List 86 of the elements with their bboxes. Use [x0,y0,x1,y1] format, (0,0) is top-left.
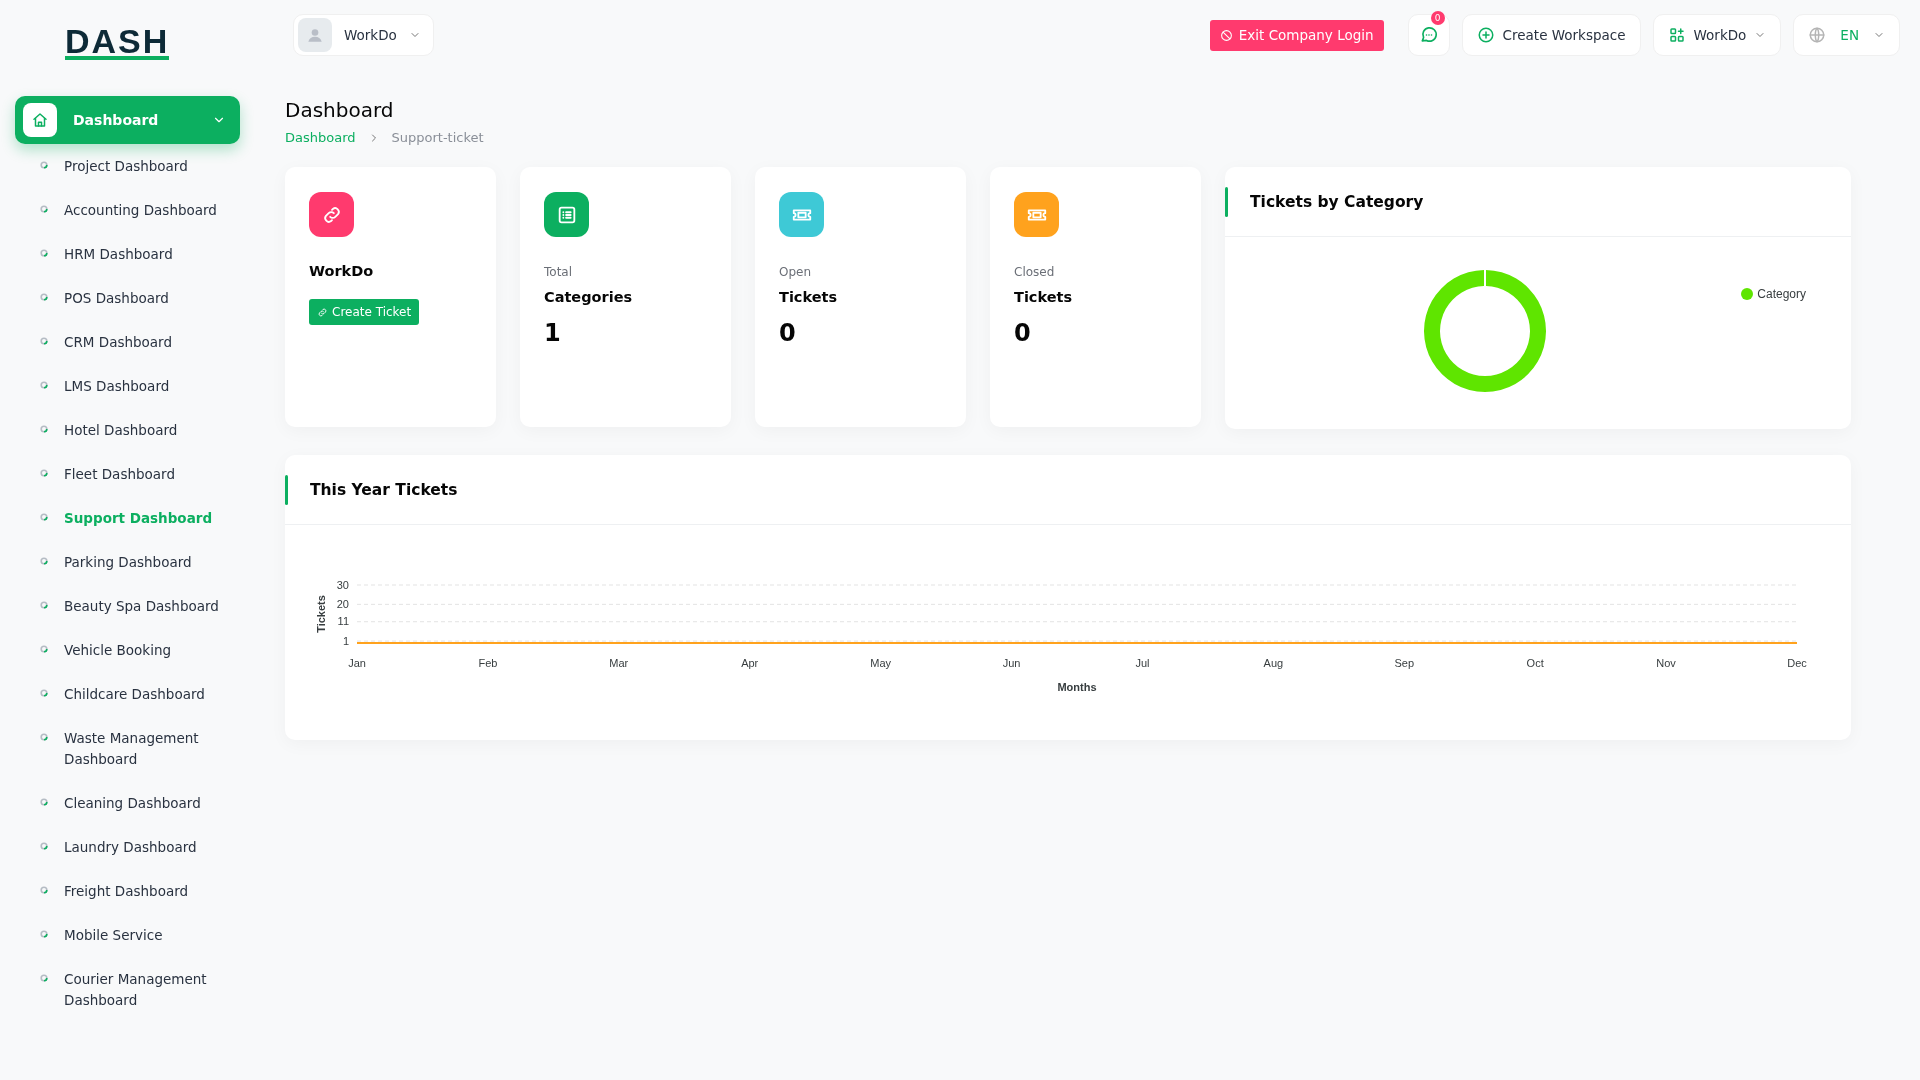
axis-tick-label: 20 [336,597,349,610]
bullet-icon [40,842,48,850]
stat-title: Tickets [1014,289,1073,305]
stat-value: 0 [779,319,796,347]
sidebar-item[interactable]: Accounting Dashboard [64,200,239,221]
axis-tick-label: Mar [609,657,629,669]
stat-title: Tickets [779,289,838,305]
sidebar-item[interactable]: Beauty Spa Dashboard [64,596,239,617]
ticket-icon [1014,192,1059,237]
sidebar-item[interactable]: Laundry Dashboard [64,837,239,858]
sidebar-item[interactable]: Fleet Dashboard [64,464,239,485]
axis-tick-label: Apr [741,657,759,669]
company-name: WorkDo [309,263,374,279]
bullet-icon [40,161,48,169]
stat-caption: Total [544,265,573,279]
link-icon [309,192,354,237]
sidebar-item[interactable]: Childcare Dashboard [64,684,239,705]
legend-label: Category [1757,287,1806,301]
avatar-icon [298,18,332,52]
bullet-icon [40,689,48,697]
logo[interactable]: DASH [65,22,170,60]
axis-tick-label: 1 [342,634,349,647]
axis-title: Months [1057,681,1097,693]
stat-caption: Closed [1014,265,1055,279]
stat-title: Categories [544,289,633,305]
axis-tick-label: Aug [1263,657,1284,669]
workspace-menu[interactable]: WorkDo [1652,14,1782,56]
axis-tick-label: Feb [478,657,498,669]
bullet-icon [40,886,48,894]
ban-icon [1219,28,1233,42]
axis-tick-label: Jun [1002,657,1021,669]
axis-tick-label: Nov [1656,657,1676,669]
breadcrumb-current: Support-ticket [391,130,484,145]
stat-caption: Open [779,265,812,279]
bullet-icon [40,974,48,982]
sidebar-item[interactable]: POS Dashboard [64,288,239,309]
sidebar-item[interactable]: Waste Management Dashboard [64,728,239,770]
sidebar-item[interactable]: Parking Dashboard [64,552,239,573]
create-workspace-button[interactable]: Create Workspace [1461,14,1641,56]
bullet-icon [40,645,48,653]
link-icon [317,306,328,318]
bullet-icon [40,337,48,345]
sidebar-item[interactable]: Cleaning Dashboard [64,793,239,814]
axis-tick-label: May [870,657,892,669]
axis-tick-label: Jan [348,657,366,669]
stat-value: 1 [544,319,561,347]
globe-icon [1808,26,1827,44]
sidebar-item[interactable]: LMS Dashboard [64,376,239,397]
home-icon [23,103,57,137]
sidebar-item[interactable]: Freight Dashboard [64,881,239,902]
bullet-icon [40,513,48,521]
bullet-icon [40,381,48,389]
sidebar-item[interactable]: HRM Dashboard [64,244,239,265]
axis-tick-label: Sep [1394,657,1415,669]
sidebar-item[interactable]: Courier Management Dashboard [64,969,239,1011]
axis-tick-label: Jul [1135,657,1150,669]
bullet-icon [40,557,48,565]
sidebar-item[interactable]: Hotel Dashboard [64,420,239,441]
card-title: Tickets by Category [1250,192,1424,211]
bullet-icon [40,930,48,938]
bullet-icon [40,469,48,477]
axis-tick-label: 30 [336,578,349,591]
bullet-icon [40,205,48,213]
sidebar-item[interactable]: CRM Dashboard [64,332,239,353]
user-menu[interactable]: WorkDo [293,14,434,56]
sidebar-item[interactable]: Project Dashboard [64,156,239,177]
ticket-icon [779,192,824,237]
plus-icon [1476,26,1495,44]
stat-value: 0 [1014,319,1031,347]
page-title: Dashboard [285,98,395,122]
bullet-icon [40,798,48,806]
bullet-icon [40,293,48,301]
axis-title: Tickets [315,595,327,633]
apps-icon [1667,26,1686,44]
list-icon [544,192,589,237]
bullet-icon [40,601,48,609]
axis-tick-label: Dec [1787,657,1807,669]
bullet-icon [40,249,48,257]
notification-badge: 0 [1430,11,1445,25]
sidebar-item[interactable]: Vehicle Booking [64,640,239,661]
axis-tick-label: 11 [337,615,349,628]
axis-tick-label: Oct [1526,657,1544,669]
bullet-icon [40,425,48,433]
bullet-icon [40,733,48,741]
card-title: This Year Tickets [310,480,458,499]
sidebar-item[interactable]: Mobile Service [64,925,239,946]
